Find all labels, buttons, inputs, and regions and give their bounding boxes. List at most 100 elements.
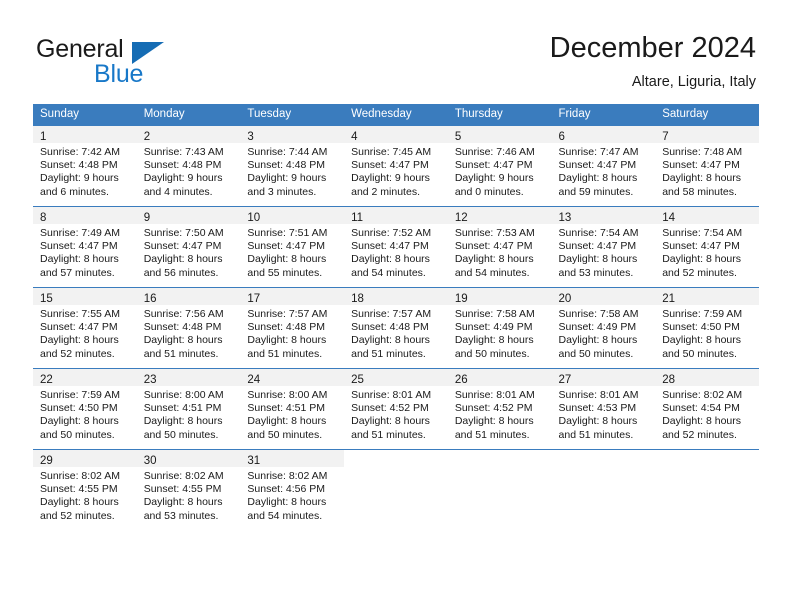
day-details: Sunrise: 7:45 AM Sunset: 4:47 PM Daylight:… [344,143,448,199]
daylight-text-line1: Daylight: 8 hours [143,253,223,266]
sunset-text: Sunset: 4:48 PM [40,159,118,172]
daylight-text-line2: and 56 minutes. [143,266,219,279]
day-number-band: 24 [240,369,345,386]
calendar-day-cell: 8 Sunrise: 7:49 AM Sunset: 4:47 PM Daylight… [33,206,137,288]
daylight-text-line2: and 50 minutes. [558,347,634,360]
title-block: December 2024 Altare, Liguria, Italy [550,30,756,92]
sunrise-text: Sunrise: 7:58 AM [558,308,639,320]
day-cell-content[interactable]: 7 Sunrise: 7:48 AM Sunset: 4:47 PM Daylight… [655,126,759,206]
day-cell-content[interactable]: 6 Sunrise: 7:47 AM Sunset: 4:47 PM Daylight… [551,126,656,206]
day-details: Sunrise: 8:02 AM Sunset: 4:56 PM Daylight:… [240,467,344,523]
day-cell-content[interactable]: 21 Sunrise: 7:59 AM Sunset: 4:50 PM Dayligh… [655,288,759,368]
daylight-text-line1: Daylight: 8 hours [454,334,534,347]
day-cell-content[interactable]: 27 Sunrise: 8:01 AM Sunset: 4:53 PM Dayligh… [551,369,656,449]
day-details: Sunrise: 8:02 AM Sunset: 4:55 PM Daylight:… [33,467,137,523]
day-number-band: 25 [344,369,448,386]
day-number-band: 22 [33,369,137,386]
day-cell-content[interactable]: 18 Sunrise: 7:57 AM Sunset: 4:48 PM Dayligh… [344,288,448,368]
weekday-header-friday: Friday [551,104,656,126]
day-cell-content[interactable]: 28 Sunrise: 8:02 AM Sunset: 4:54 PM Dayligh… [655,369,759,449]
day-cell-content[interactable]: 9 Sunrise: 7:50 AM Sunset: 4:47 PM Daylight… [136,207,241,287]
calendar-day-cell: 15 Sunrise: 7:55 AM Sunset: 4:47 PM Dayligh… [33,287,137,369]
day-cell-content[interactable]: 12 Sunrise: 7:53 AM Sunset: 4:47 PM Dayligh… [447,207,552,287]
day-cell-content[interactable]: 20 Sunrise: 7:58 AM Sunset: 4:49 PM Dayligh… [551,288,656,368]
day-details: Sunrise: 8:02 AM Sunset: 4:55 PM Daylight:… [137,467,241,523]
day-details: Sunrise: 8:01 AM Sunset: 4:53 PM Daylight:… [552,386,656,442]
day-cell-content[interactable]: 3 Sunrise: 7:44 AM Sunset: 4:48 PM Daylight… [240,126,345,206]
brand-logo[interactable]: General Blue [36,36,276,88]
daylight-text-line1: Daylight: 8 hours [40,334,119,347]
day-number: 1 [40,131,47,143]
calendar-day-cell: 1 Sunrise: 7:42 AM Sunset: 4:48 PM Daylight… [33,125,137,207]
sunset-text: Sunset: 4:47 PM [662,159,740,172]
day-number-band: 26 [447,369,552,386]
day-cell-content[interactable]: 22 Sunrise: 7:59 AM Sunset: 4:50 PM Dayligh… [33,369,137,449]
day-cell-content[interactable]: 30 Sunrise: 8:02 AM Sunset: 4:55 PM Dayligh… [136,450,241,530]
day-number: 20 [558,293,572,305]
day-cell-content[interactable]: 31 Sunrise: 8:02 AM Sunset: 4:56 PM Dayligh… [240,450,345,530]
day-number: 23 [143,374,157,386]
sunrise-text: Sunrise: 8:02 AM [662,389,743,401]
daylight-text-line2: and 51 minutes. [143,347,219,360]
weekday-header-monday: Monday [136,104,241,126]
sunrise-text: Sunrise: 7:54 AM [662,227,743,239]
calendar-week-row: 8 Sunrise: 7:49 AM Sunset: 4:47 PM Daylight… [33,206,759,288]
daylight-text-line1: Daylight: 8 hours [558,334,638,347]
sunrise-text: Sunrise: 8:00 AM [247,389,328,401]
day-cell-content[interactable]: 4 Sunrise: 7:45 AM Sunset: 4:47 PM Daylight… [344,126,448,206]
daylight-text-line1: Daylight: 8 hours [143,334,223,347]
day-cell-content[interactable]: 8 Sunrise: 7:49 AM Sunset: 4:47 PM Daylight… [33,207,137,287]
calendar-week-row: 1 Sunrise: 7:42 AM Sunset: 4:48 PM Daylight… [33,125,759,207]
daylight-text-line2: and 51 minutes. [247,347,323,360]
daylight-text-line1: Daylight: 8 hours [558,253,638,266]
day-number: 8 [40,212,47,224]
calendar-day-cell: 13 Sunrise: 7:54 AM Sunset: 4:47 PM Dayligh… [551,206,656,288]
daylight-text-line2: and 2 minutes. [351,185,420,198]
day-number: 21 [662,293,676,305]
daylight-text-line1: Daylight: 8 hours [662,172,742,185]
daylight-text-line1: Daylight: 8 hours [247,415,327,428]
day-cell-content[interactable]: 2 Sunrise: 7:43 AM Sunset: 4:48 PM Daylight… [136,126,241,206]
day-number-band: 28 [655,369,759,386]
day-number-band: 21 [655,288,759,305]
day-number: 5 [454,131,462,143]
day-cell-content[interactable]: 10 Sunrise: 7:51 AM Sunset: 4:47 PM Dayligh… [240,207,345,287]
day-details: Sunrise: 7:48 AM Sunset: 4:47 PM Daylight:… [655,143,759,199]
day-cell-content[interactable]: 13 Sunrise: 7:54 AM Sunset: 4:47 PM Dayligh… [551,207,656,287]
day-cell-content[interactable]: 25 Sunrise: 8:01 AM Sunset: 4:52 PM Dayligh… [344,369,448,449]
day-cell-content[interactable]: 19 Sunrise: 7:58 AM Sunset: 4:49 PM Dayligh… [447,288,552,368]
day-cell-content[interactable]: 23 Sunrise: 8:00 AM Sunset: 4:51 PM Dayligh… [136,369,241,449]
daylight-text-line1: Daylight: 8 hours [143,496,223,509]
calendar-day-cell: 16 Sunrise: 7:56 AM Sunset: 4:48 PM Dayligh… [136,287,241,369]
daylight-text-line1: Daylight: 8 hours [454,415,534,428]
sunset-text: Sunset: 4:52 PM [454,402,533,415]
day-cell-content[interactable]: 5 Sunrise: 7:46 AM Sunset: 4:47 PM Daylight… [447,126,552,206]
sunrise-text: Sunrise: 7:47 AM [558,146,639,158]
calendar-day-cell: 6 Sunrise: 7:47 AM Sunset: 4:47 PM Daylight… [551,125,656,207]
sunset-text: Sunset: 4:52 PM [351,402,429,415]
sunset-text: Sunset: 4:47 PM [351,240,429,253]
day-cell-content[interactable]: 1 Sunrise: 7:42 AM Sunset: 4:48 PM Daylight… [33,126,137,206]
calendar-page: General Blue December 2024 Altare, Ligur… [0,0,792,612]
day-cell-content[interactable]: 26 Sunrise: 8:01 AM Sunset: 4:52 PM Dayligh… [447,369,552,449]
empty-placeholder [344,450,448,530]
sunrise-text: Sunrise: 8:00 AM [143,389,224,401]
daylight-text-line2: and 52 minutes. [40,509,115,522]
sunset-text: Sunset: 4:47 PM [40,240,118,253]
day-cell-content[interactable]: 17 Sunrise: 7:57 AM Sunset: 4:48 PM Dayligh… [240,288,345,368]
day-cell-content[interactable]: 15 Sunrise: 7:55 AM Sunset: 4:47 PM Dayligh… [33,288,137,368]
day-cell-content[interactable]: 24 Sunrise: 8:00 AM Sunset: 4:51 PM Dayligh… [240,369,345,449]
day-cell-content[interactable]: 11 Sunrise: 7:52 AM Sunset: 4:47 PM Dayligh… [344,207,448,287]
daylight-text-line1: Daylight: 8 hours [558,172,638,185]
day-cell-content[interactable]: 29 Sunrise: 8:02 AM Sunset: 4:55 PM Dayligh… [33,450,137,530]
calendar-week-row: 15 Sunrise: 7:55 AM Sunset: 4:47 PM Dayligh… [33,287,759,369]
day-details: Sunrise: 7:46 AM Sunset: 4:47 PM Daylight:… [448,143,552,199]
calendar-day-cell: 20 Sunrise: 7:58 AM Sunset: 4:49 PM Dayligh… [551,287,656,369]
day-cell-content[interactable]: 16 Sunrise: 7:56 AM Sunset: 4:48 PM Dayligh… [136,288,241,368]
sunrise-text: Sunrise: 7:44 AM [247,146,328,158]
day-number-band: 10 [240,207,345,224]
calendar-day-cell: 4 Sunrise: 7:45 AM Sunset: 4:47 PM Daylight… [344,125,448,207]
sunrise-text: Sunrise: 7:59 AM [662,308,743,320]
day-cell-content[interactable]: 14 Sunrise: 7:54 AM Sunset: 4:47 PM Dayligh… [655,207,759,287]
day-number-band: 7 [655,126,759,143]
